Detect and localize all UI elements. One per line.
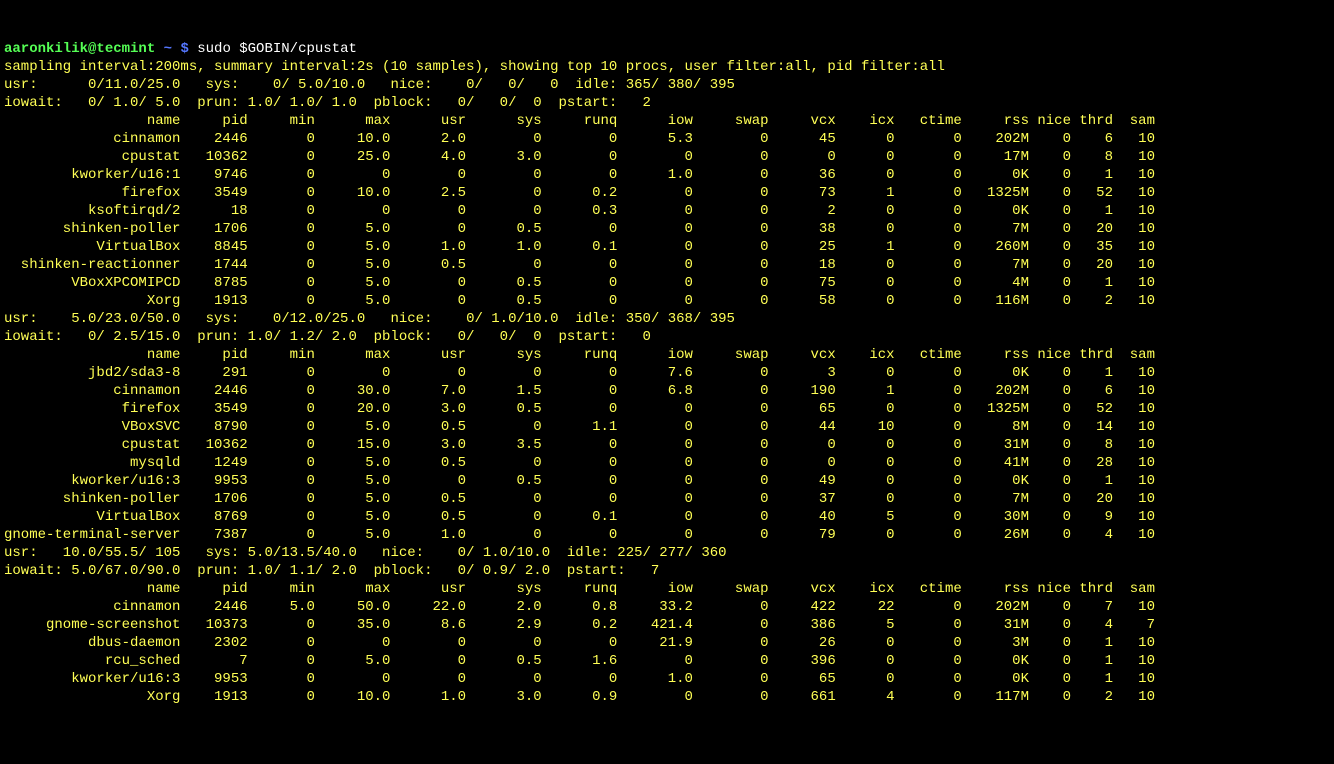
process-row: VBoxXPCOMIPCD 8785 0 5.0 0 0.5 0 0 0 75 …	[4, 275, 1155, 291]
process-row: dbus-daemon 2302 0 0 0 0 0 21.9 0 26 0 0…	[4, 635, 1155, 651]
process-row: cinnamon 2446 5.0 50.0 22.0 2.0 0.8 33.2…	[4, 599, 1155, 615]
process-row: firefox 3549 0 10.0 2.5 0 0.2 0 0 73 1 0…	[4, 185, 1155, 201]
summary-line: usr: 10.0/55.5/ 105 sys: 5.0/13.5/40.0 n…	[4, 545, 727, 561]
process-row: shinken-poller 1706 0 5.0 0.5 0 0 0 0 37…	[4, 491, 1155, 507]
column-headers: name pid min max usr sys runq iow swap v…	[4, 113, 1155, 129]
process-row: kworker/u16:3 9953 0 0 0 0 0 1.0 0 65 0 …	[4, 671, 1155, 687]
process-row: ksoftirqd/2 18 0 0 0 0 0.3 0 0 2 0 0 0K …	[4, 203, 1155, 219]
process-row: cinnamon 2446 0 10.0 2.0 0 0 5.3 0 45 0 …	[4, 131, 1155, 147]
sampling-info: sampling interval:200ms, summary interva…	[4, 59, 945, 75]
process-row: cpustat 10362 0 15.0 3.0 3.5 0 0 0 0 0 0…	[4, 437, 1155, 453]
process-row: shinken-poller 1706 0 5.0 0 0.5 0 0 0 38…	[4, 221, 1155, 237]
process-row: mysqld 1249 0 5.0 0.5 0 0 0 0 0 0 0 41M …	[4, 455, 1155, 471]
summary-line: iowait: 0/ 1.0/ 5.0 prun: 1.0/ 1.0/ 1.0 …	[4, 95, 651, 111]
process-row: VirtualBox 8769 0 5.0 0.5 0 0.1 0 0 40 5…	[4, 509, 1155, 525]
terminal-output: aaronkilik@tecmint ~ $ sudo $GOBIN/cpust…	[4, 40, 1330, 706]
column-headers: name pid min max usr sys runq iow swap v…	[4, 581, 1155, 597]
process-row: kworker/u16:3 9953 0 5.0 0 0.5 0 0 0 49 …	[4, 473, 1155, 489]
column-headers: name pid min max usr sys runq iow swap v…	[4, 347, 1155, 363]
process-row: cinnamon 2446 0 30.0 7.0 1.5 0 6.8 0 190…	[4, 383, 1155, 399]
prompt-cmd[interactable]: sudo $GOBIN/cpustat	[197, 41, 357, 57]
process-row: shinken-reactionner 1744 0 5.0 0.5 0 0 0…	[4, 257, 1155, 273]
process-row: rcu_sched 7 0 5.0 0 0.5 1.6 0 0 396 0 0 …	[4, 653, 1155, 669]
summary-line: iowait: 0/ 2.5/15.0 prun: 1.0/ 1.2/ 2.0 …	[4, 329, 651, 345]
prompt-sep: ~ $	[155, 41, 197, 57]
process-row: cpustat 10362 0 25.0 4.0 3.0 0 0 0 0 0 0…	[4, 149, 1155, 165]
process-row: VirtualBox 8845 0 5.0 1.0 1.0 0.1 0 0 25…	[4, 239, 1155, 255]
process-row: jbd2/sda3-8 291 0 0 0 0 0 7.6 0 3 0 0 0K…	[4, 365, 1155, 381]
process-row: Xorg 1913 0 5.0 0 0.5 0 0 0 58 0 0 116M …	[4, 293, 1155, 309]
summary-line: usr: 5.0/23.0/50.0 sys: 0/12.0/25.0 nice…	[4, 311, 735, 327]
process-row: gnome-terminal-server 7387 0 5.0 1.0 0 0…	[4, 527, 1155, 543]
summary-line: iowait: 5.0/67.0/90.0 prun: 1.0/ 1.1/ 2.…	[4, 563, 659, 579]
process-row: Xorg 1913 0 10.0 1.0 3.0 0.9 0 0 661 4 0…	[4, 689, 1155, 705]
summary-line: usr: 0/11.0/25.0 sys: 0/ 5.0/10.0 nice: …	[4, 77, 735, 93]
process-row: firefox 3549 0 20.0 3.0 0.5 0 0 0 65 0 0…	[4, 401, 1155, 417]
prompt-user: aaronkilik@tecmint	[4, 41, 155, 57]
process-row: VBoxSVC 8790 0 5.0 0.5 0 1.1 0 0 44 10 0…	[4, 419, 1155, 435]
process-row: gnome-screenshot 10373 0 35.0 8.6 2.9 0.…	[4, 617, 1155, 633]
process-row: kworker/u16:1 9746 0 0 0 0 0 1.0 0 36 0 …	[4, 167, 1155, 183]
